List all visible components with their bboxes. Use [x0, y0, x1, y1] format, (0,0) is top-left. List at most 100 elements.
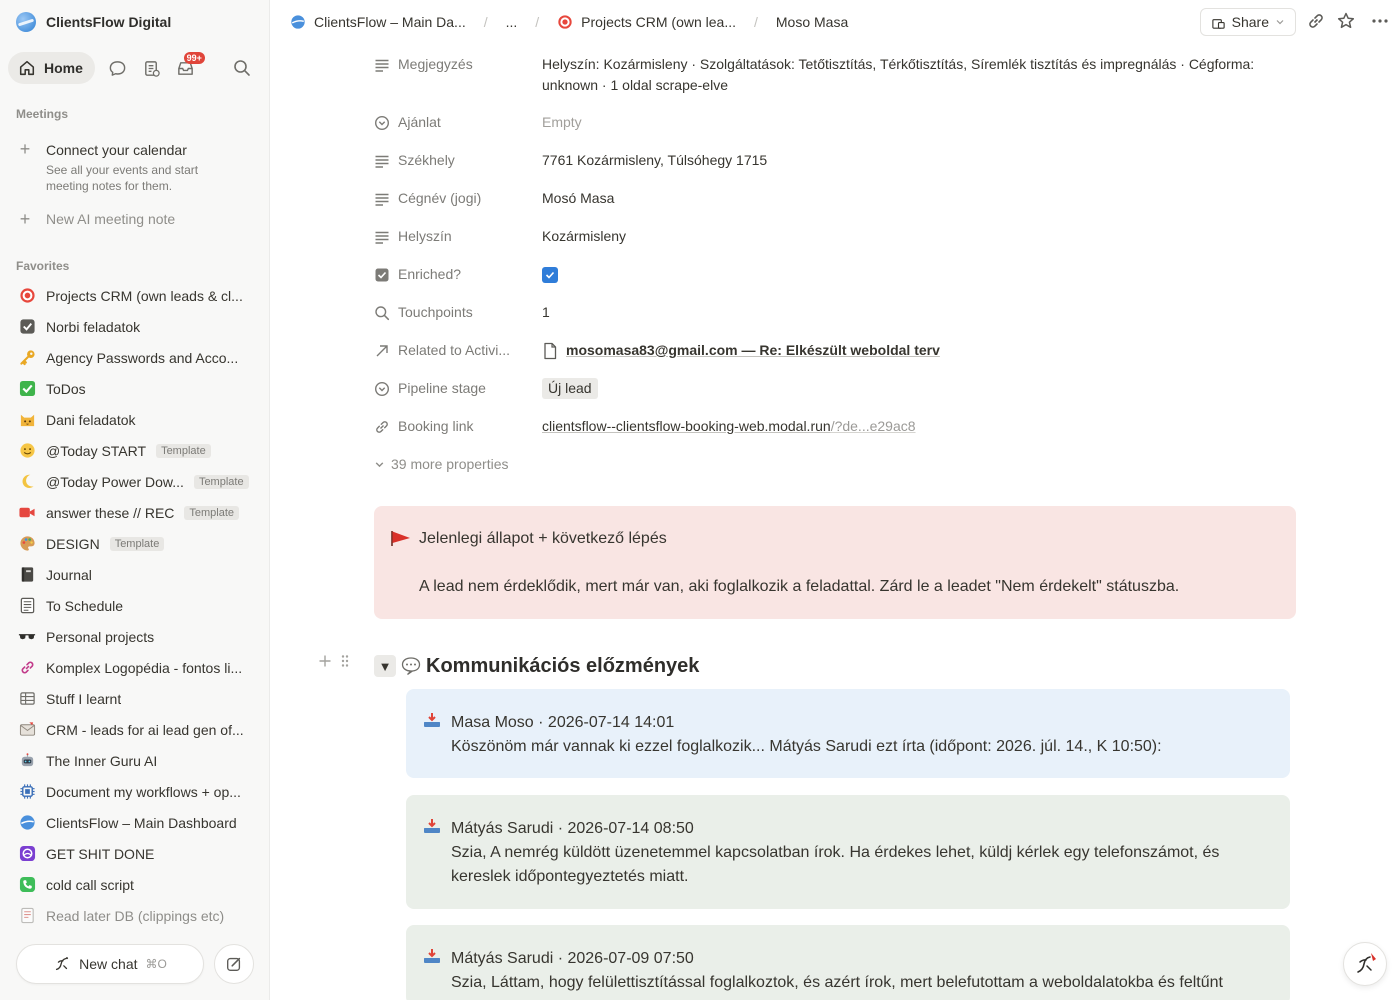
- text-lines-icon: [375, 155, 389, 168]
- favorite-item[interactable]: Journal: [8, 559, 262, 590]
- property-booking[interactable]: Booking link clientsflow--clientsflow-bo…: [374, 416, 1294, 437]
- share-button[interactable]: Share: [1199, 8, 1296, 36]
- target-icon: [18, 287, 36, 305]
- link-icon: [18, 659, 36, 677]
- favorite-item[interactable]: answer these // REC Template: [8, 497, 262, 528]
- share-lock-icon: [1211, 18, 1225, 29]
- enriched-checkbox[interactable]: [542, 267, 558, 283]
- callout-title: Jelenlegi állapot + következő lépés: [419, 530, 667, 547]
- toggle-triangle-icon[interactable]: ▼: [374, 655, 396, 677]
- breadcrumb-item-ellipsis[interactable]: ...: [506, 14, 518, 30]
- workspace-switcher[interactable]: ClientsFlow Digital: [16, 12, 171, 32]
- home-button[interactable]: Home: [8, 52, 95, 84]
- new-ai-meeting-note[interactable]: + New AI meeting note: [16, 209, 175, 229]
- compose-icon: [227, 957, 241, 971]
- property-helyszin[interactable]: Helyszín Kozármisleny: [374, 226, 1294, 247]
- copy-link-icon[interactable]: [1306, 11, 1326, 31]
- page-content: Megjegyzés Helyszín: Kozármisleny · Szol…: [270, 44, 1400, 1000]
- history-toggle-heading[interactable]: ▼ Kommunikációs előzmények: [374, 652, 699, 680]
- inbox-button[interactable]: 99+: [169, 52, 205, 84]
- property-value: Helyszín: Kozármisleny · Szolgáltatások:…: [542, 56, 1255, 93]
- new-page-button[interactable]: [214, 944, 254, 984]
- property-value: Empty: [542, 114, 582, 130]
- property-cegnev[interactable]: Cégnév (jogi) Mosó Masa: [374, 188, 1294, 209]
- breadcrumb-item-dashboard[interactable]: ClientsFlow – Main Da...: [290, 14, 466, 30]
- message-card[interactable]: Mátyás Sarudi · 2026-07-14 08:50 Szia, A…: [406, 795, 1290, 909]
- checkbox-property-icon: [375, 268, 389, 282]
- pipeline-stage-tag[interactable]: Új lead: [542, 378, 598, 399]
- favorite-item[interactable]: DESIGN Template: [8, 528, 262, 559]
- arrow-up-right-icon: [376, 345, 388, 357]
- property-ajanlat[interactable]: Ajánlat Empty: [374, 112, 1294, 133]
- property-pipeline[interactable]: Pipeline stage Új lead: [374, 378, 1294, 399]
- message-card[interactable]: Mátyás Sarudi · 2026-07-09 07:50 Szia, L…: [406, 925, 1290, 1000]
- key-icon: [18, 349, 36, 367]
- favorite-item[interactable]: Projects CRM (own leads & cl...: [8, 280, 262, 311]
- notebook-icon: [18, 566, 36, 584]
- inbox-tray-icon: [424, 949, 440, 963]
- cat-face-icon: [18, 411, 36, 429]
- ai-assistant-button[interactable]: [1343, 942, 1387, 986]
- more-properties-toggle[interactable]: 39 more properties: [374, 456, 509, 472]
- chat-button[interactable]: [101, 52, 135, 84]
- chat-bubble-icon: [110, 60, 126, 76]
- property-value: Mosó Masa: [542, 190, 615, 206]
- favorites-section-label: Favorites: [16, 259, 70, 273]
- connect-calendar-subtitle-1: See all your events and start: [46, 163, 199, 177]
- envelope-icon: [18, 721, 36, 739]
- favorite-item[interactable]: ToDos: [8, 373, 262, 404]
- property-megjegyzes[interactable]: Megjegyzés Helyszín: Kozármisleny · Szol…: [374, 54, 1294, 96]
- home-label: Home: [44, 60, 83, 76]
- add-block-icon[interactable]: [318, 654, 332, 668]
- favorite-item[interactable]: cold call script: [8, 869, 262, 900]
- favorite-item[interactable]: @Today Power Dow... Template: [8, 466, 262, 497]
- inbox-badge: 99+: [183, 52, 205, 64]
- breadcrumb-item-crm[interactable]: Projects CRM (own lea...: [557, 14, 736, 30]
- favorite-item[interactable]: GET SHIT DONE: [8, 838, 262, 869]
- connect-calendar[interactable]: + Connect your calendar See all your eve…: [16, 140, 256, 194]
- checkbox-icon: [18, 318, 36, 336]
- related-page-title: mosomasa83@gmail.com — Re: Elkészült web…: [566, 342, 940, 358]
- favorite-item[interactable]: @Today START Template: [8, 435, 262, 466]
- inbox-tray-icon: [424, 713, 440, 727]
- new-chat-button[interactable]: New chat ⌘O: [16, 944, 204, 984]
- favorite-item[interactable]: Dani feladatok: [8, 404, 262, 435]
- favorite-item[interactable]: ClientsFlow – Main Dashboard: [8, 807, 262, 838]
- property-key: Touchpoints: [398, 304, 473, 320]
- favorite-item[interactable]: Personal projects: [8, 621, 262, 652]
- search-button[interactable]: [232, 58, 252, 78]
- property-key: Related to Activi...: [398, 342, 511, 358]
- related-page-link[interactable]: mosomasa83@gmail.com — Re: Elkészült web…: [542, 340, 1294, 361]
- breadcrumb-separator: /: [754, 14, 758, 30]
- favorite-item[interactable]: The Inner Guru AI: [8, 745, 262, 776]
- page-topbar: ClientsFlow – Main Da... / ... / Project…: [270, 0, 1400, 44]
- status-callout[interactable]: Jelenlegi állapot + következő lépés A le…: [374, 506, 1296, 619]
- favorite-item[interactable]: Stuff I learnt: [8, 683, 262, 714]
- favorite-item[interactable]: Document my workflows + op...: [8, 776, 262, 807]
- star-icon[interactable]: [1336, 11, 1356, 31]
- drag-handle-icon[interactable]: [340, 654, 350, 668]
- property-value: 7761 Kozármisleny, Túlsóhegy 1715: [542, 152, 768, 168]
- top-navigation: Home 99+: [8, 52, 262, 84]
- text-lines-icon: [375, 231, 389, 244]
- favorite-item[interactable]: Komplex Logopédia - fontos li...: [8, 652, 262, 683]
- booking-link[interactable]: clientsflow--clientsflow-booking-web.mod…: [542, 416, 1294, 437]
- favorite-item[interactable]: Norbi feladatok: [8, 311, 262, 342]
- property-key: Enriched?: [398, 266, 462, 282]
- property-value: Kozármisleny: [542, 228, 627, 244]
- property-related[interactable]: Related to Activi... mosomasa83@gmail.co…: [374, 340, 1294, 361]
- favorite-item[interactable]: CRM - leads for ai lead gen of...: [8, 714, 262, 745]
- breadcrumb-item-current[interactable]: Moso Masa: [776, 14, 848, 30]
- property-szekhely[interactable]: Székhely 7761 Kozármisleny, Túlsóhegy 17…: [374, 150, 1294, 171]
- message-body: Szia, Láttam, hogy felülettisztítással f…: [451, 974, 1223, 991]
- meeting-notes-button[interactable]: [135, 52, 169, 84]
- favorite-item[interactable]: To Schedule: [8, 590, 262, 621]
- message-card[interactable]: Masa Moso · 2026-07-14 14:01 Köszönöm má…: [406, 689, 1290, 778]
- favorite-item[interactable]: Agency Passwords and Acco...: [8, 342, 262, 373]
- message-header: Masa Moso · 2026-07-14 14:01: [451, 714, 675, 731]
- more-options-icon[interactable]: [1370, 11, 1390, 31]
- property-key: Cégnév (jogi): [398, 190, 482, 206]
- breadcrumb-separator: /: [535, 14, 540, 30]
- property-enriched[interactable]: Enriched?: [374, 264, 1294, 287]
- property-touchpoints[interactable]: Touchpoints 1: [374, 302, 1294, 323]
